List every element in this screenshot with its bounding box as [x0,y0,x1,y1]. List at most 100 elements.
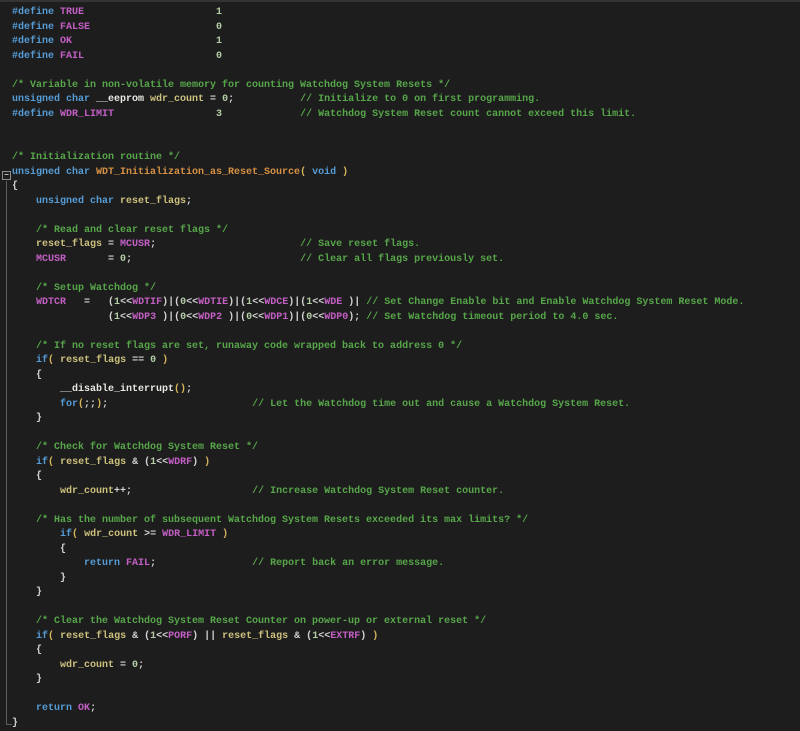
code-token[interactable]: & ( [126,631,150,642]
code-token[interactable]: ( [12,312,114,323]
code-token[interactable]: () [174,384,186,395]
code-token[interactable] [12,399,60,410]
code-token[interactable]: ;; [84,399,96,410]
code-line[interactable] [12,601,800,616]
code-token[interactable]: // Increase Watchdog System Reset counte… [132,486,504,497]
code-line[interactable]: reset_flags = MCUSR; // Save reset flags… [12,238,800,253]
code-line[interactable]: { [12,543,800,558]
code-token[interactable]: WDTCR [36,297,66,308]
code-token[interactable]: if [36,355,48,366]
code-token[interactable]: 3 [114,109,222,120]
code-token[interactable] [12,486,60,497]
code-token[interactable]: WDP2 [198,312,228,323]
code-token[interactable]: WDTIE [198,297,228,308]
code-token[interactable]: MCUSR [36,254,66,265]
code-token[interactable]: FAIL [126,558,150,569]
code-token[interactable]: ) || [192,631,222,642]
code-token[interactable]: = [114,660,132,671]
code-line[interactable]: if( reset_flags & (1<<WDRF) ) [12,456,800,471]
code-token[interactable]: WDR_LIMIT [162,529,216,540]
code-line[interactable] [12,64,800,79]
code-token[interactable]: reset_flags [120,196,186,207]
code-token[interactable]: reset_flags [60,631,126,642]
code-token[interactable]: ) [342,167,348,178]
code-line[interactable] [12,499,800,514]
code-token[interactable]: ); [348,312,360,323]
code-token[interactable]: // Clear all flags previously set. [132,254,504,265]
code-token[interactable] [12,254,36,265]
code-token[interactable]: ) [222,529,228,540]
code-token[interactable]: OK [60,36,72,47]
code-line[interactable] [12,427,800,442]
code-token[interactable]: ) [360,631,372,642]
code-token[interactable]: ; [90,703,96,714]
code-token[interactable]: { [12,471,42,482]
code-token[interactable]: wdr_count [84,529,138,540]
code-token[interactable]: ) [204,457,210,468]
code-token[interactable]: /* Check for Watchdog System Reset */ [12,442,258,453]
code-token[interactable]: // Let the Watchdog time out and cause a… [108,399,630,410]
code-line[interactable] [12,209,800,224]
code-line[interactable]: unsigned char WDT_Initialization_as_Rese… [12,166,800,181]
code-token[interactable]: FAIL [60,51,84,62]
code-token[interactable] [12,558,84,569]
fold-collapse-icon[interactable]: − [2,171,11,180]
code-token[interactable]: << [312,312,324,323]
code-token[interactable]: // Save reset flags. [156,239,420,250]
code-token[interactable]: WDT_Initialization_as_Reset_Source [96,167,300,178]
code-line[interactable]: } [12,586,800,601]
code-line[interactable] [12,688,800,703]
code-line[interactable]: /* Setup Watchdog */ [12,282,800,297]
code-token[interactable]: #define [12,36,60,47]
code-token[interactable]: #define [12,7,60,18]
code-token[interactable]: = [66,254,120,265]
code-line[interactable]: /* Initialization routine */ [12,151,800,166]
code-line[interactable]: __disable_interrupt(); [12,383,800,398]
code-line[interactable]: return FAIL; // Report back an error mes… [12,557,800,572]
code-line[interactable]: wdr_count++; // Increase Watchdog System… [12,485,800,500]
code-token[interactable]: /* If no reset flags are set, runaway co… [12,341,462,352]
code-token[interactable]: { [12,181,18,192]
code-token[interactable]: )|( [162,297,180,308]
code-token[interactable]: { [12,544,66,555]
code-line[interactable]: #define WDR_LIMIT 3 // Watchdog System R… [12,108,800,123]
code-line[interactable]: /* Has the number of subsequent Watchdog… [12,514,800,529]
code-line[interactable]: if( wdr_count >= WDR_LIMIT ) [12,528,800,543]
code-token[interactable]: /* Setup Watchdog */ [12,283,156,294]
code-token[interactable]: 1 [84,7,222,18]
code-token[interactable]: reset_flags [36,239,102,250]
code-token[interactable]: OK [78,703,90,714]
code-token[interactable]: wdr_count [150,94,204,105]
code-token[interactable]: 0 [90,22,222,33]
code-line[interactable]: MCUSR = 0; // Clear all flags previously… [12,253,800,268]
code-token[interactable]: << [120,312,132,323]
code-token[interactable] [12,355,36,366]
code-token[interactable]: // Watchdog System Reset count cannot ex… [222,109,636,120]
code-token[interactable]: } [12,413,42,424]
code-line[interactable]: } [12,412,800,427]
code-token[interactable]: unsigned char [12,94,96,105]
code-line[interactable]: /* Check for Watchdog System Reset */ [12,441,800,456]
code-token[interactable]: << [156,631,168,642]
code-token[interactable]: WDP3 [132,312,162,323]
code-line[interactable]: unsigned char reset_flags; [12,195,800,210]
code-token[interactable]: )|( [162,312,180,323]
code-token[interactable]: /* Has the number of subsequent Watchdog… [12,515,528,526]
code-token[interactable] [12,196,36,207]
code-token[interactable]: /* Variable in non-volatile memory for c… [12,80,450,91]
code-token[interactable]: EXTRF [330,631,360,642]
code-token[interactable]: FALSE [60,22,90,33]
code-token[interactable] [12,631,36,642]
code-token[interactable]: << [120,297,132,308]
code-token[interactable]: if [36,631,48,642]
code-token[interactable]: // Initialize to 0 on first programming. [234,94,540,105]
code-token[interactable]: /* Initialization routine */ [12,152,180,163]
code-token[interactable]: ) [192,457,204,468]
code-token[interactable] [12,384,60,395]
code-line[interactable]: { [12,470,800,485]
code-token[interactable]: reset_flags [222,631,288,642]
code-token[interactable]: void [306,167,342,178]
code-token[interactable]: )|( [228,312,246,323]
code-token[interactable]: ) [162,355,168,366]
code-token[interactable]: /* Clear the Watchdog System Reset Count… [12,616,486,627]
